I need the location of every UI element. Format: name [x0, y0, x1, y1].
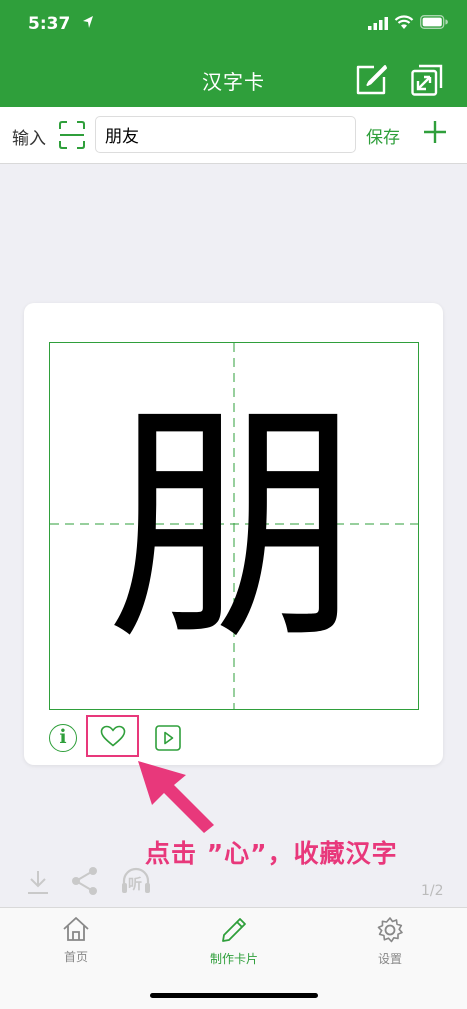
- tab-make-card[interactable]: 制作卡片: [174, 916, 294, 967]
- scan-icon[interactable]: [58, 120, 86, 150]
- tab-settings[interactable]: 设置: [330, 916, 450, 967]
- info-icon[interactable]: i: [49, 724, 77, 752]
- play-icon[interactable]: [155, 725, 181, 751]
- annotation-arrow: [138, 761, 214, 833]
- status-time: 5:37: [28, 14, 71, 34]
- expand-icon[interactable]: [410, 63, 444, 97]
- signal-icon: [368, 17, 388, 30]
- status-bar: 5:37: [0, 0, 467, 48]
- share-icon[interactable]: [70, 866, 100, 896]
- edit-icon[interactable]: [354, 63, 388, 97]
- hanzi-input[interactable]: [95, 116, 356, 153]
- listen-glyph: 听: [128, 877, 142, 893]
- location-arrow-icon: [83, 16, 93, 28]
- wifi-icon: [394, 15, 414, 29]
- favorite-button[interactable]: [86, 715, 139, 757]
- hanzi-character: 朋: [106, 377, 362, 675]
- input-label: 输入: [12, 129, 46, 149]
- tab-home[interactable]: 首页: [16, 916, 136, 965]
- tab-settings-label: 设置: [377, 952, 402, 966]
- home-icon: [63, 917, 89, 941]
- listen-icon[interactable]: 听: [120, 866, 152, 896]
- heart-icon: [100, 725, 126, 747]
- annotation-text: 点击 ”心”，收藏汉字: [145, 839, 398, 868]
- home-indicator: [150, 993, 318, 998]
- tab-home-label: 首页: [63, 950, 88, 964]
- pencil-icon: [222, 918, 246, 942]
- input-bar: 输入 保存: [0, 107, 467, 164]
- battery-icon: [420, 15, 448, 29]
- app-header: 5:37 汉字卡: [0, 0, 467, 107]
- save-button[interactable]: 保存: [366, 123, 400, 148]
- add-icon[interactable]: [422, 119, 448, 145]
- page-indicator: 1/2: [421, 883, 444, 899]
- tab-make-card-label: 制作卡片: [209, 952, 258, 966]
- page-title: 汉字卡: [202, 70, 265, 94]
- gear-icon: [377, 917, 403, 943]
- download-icon[interactable]: [26, 869, 50, 895]
